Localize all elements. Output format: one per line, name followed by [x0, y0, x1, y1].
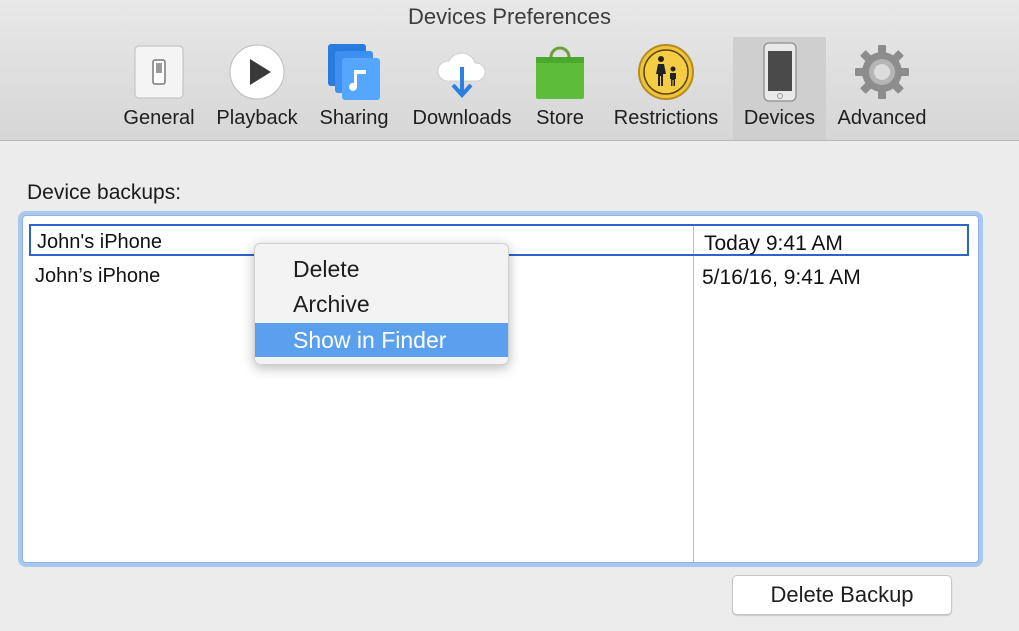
tab-downloads[interactable]: Downloads [406, 37, 518, 140]
toolbar: Devices Preferences General Playback Sha… [0, 0, 1019, 141]
tab-general[interactable]: General [118, 37, 200, 140]
cloud-download-icon [432, 41, 492, 103]
tab-label: Playback [216, 107, 298, 129]
music-share-icon [324, 41, 384, 103]
parental-icon [636, 41, 696, 103]
menu-item-delete[interactable]: Delete [255, 252, 508, 286]
context-menu: Delete Archive Show in Finder [254, 243, 509, 365]
tab-restrictions[interactable]: Restrictions [605, 37, 727, 140]
tab-playback[interactable]: Playback [211, 37, 303, 140]
tab-label: Restrictions [613, 107, 719, 129]
tab-label: Downloads [412, 107, 512, 129]
backups-label: Device backups: [27, 181, 182, 204]
backup-name: John’s iPhone [35, 265, 161, 287]
delete-backup-button[interactable]: Delete Backup [732, 575, 952, 615]
shopping-bag-icon [530, 41, 590, 103]
backup-date: 5/16/16, 9:41 AM [702, 266, 861, 289]
menu-item-show-in-finder[interactable]: Show in Finder [255, 323, 508, 357]
switch-icon [129, 41, 189, 103]
preferences-window: Devices Preferences General Playback Sha… [0, 0, 1019, 631]
tab-sharing[interactable]: Sharing [314, 37, 394, 140]
window-title: Devices Preferences [408, 4, 611, 29]
tab-store[interactable]: Store [530, 37, 590, 140]
tab-label: Devices [743, 107, 816, 129]
tab-label: General [123, 107, 195, 129]
gear-icon [852, 41, 912, 103]
backup-date: Today 9:41 AM [704, 232, 843, 255]
play-icon [227, 41, 287, 103]
tab-devices[interactable]: Devices [733, 37, 826, 140]
tab-label: Sharing [319, 107, 389, 129]
tab-label: Advanced [837, 107, 927, 129]
tab-label: Store [536, 107, 584, 129]
backup-name: John's iPhone [37, 231, 163, 253]
phone-icon [750, 41, 810, 103]
menu-item-archive[interactable]: Archive [255, 287, 508, 321]
tab-advanced[interactable]: Advanced [832, 37, 932, 140]
